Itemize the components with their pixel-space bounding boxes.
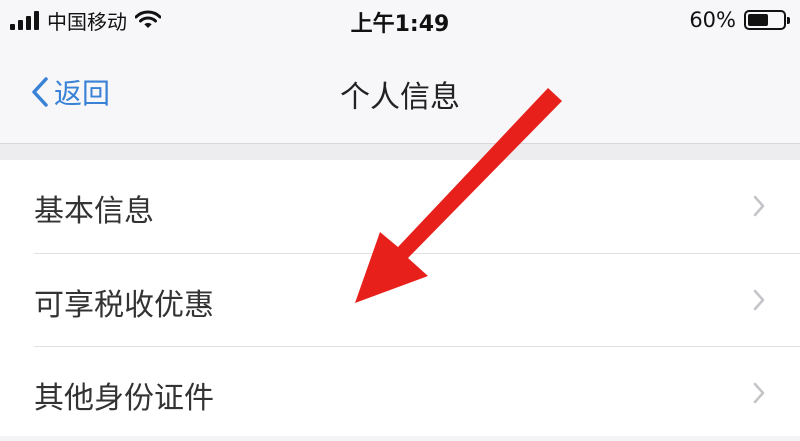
navigation-bar: 返回 个人信息 xyxy=(0,40,800,144)
list-item-label: 可享税收优惠 xyxy=(34,288,214,323)
chevron-right-icon xyxy=(753,195,765,217)
list-item-basic-info[interactable]: 基本信息 xyxy=(0,160,800,254)
battery-percent: 60% xyxy=(689,8,736,32)
chevron-right-icon xyxy=(753,289,765,311)
list-item-tax-benefits[interactable]: 可享税收优惠 xyxy=(0,254,800,348)
battery-fill xyxy=(748,14,769,26)
page-title: 个人信息 xyxy=(340,80,460,115)
section-gap xyxy=(0,144,800,160)
chevron-right-icon xyxy=(753,382,765,404)
settings-list: 基本信息 可享税收优惠 其他身份证件 xyxy=(0,160,800,436)
status-bar: 中国移动 上午1:49 60% xyxy=(0,0,800,40)
status-time: 上午1:49 xyxy=(350,12,450,37)
battery-cap xyxy=(787,17,790,24)
list-item-label: 基本信息 xyxy=(34,194,154,229)
status-right: 60% xyxy=(689,6,790,34)
list-item-other-id-documents[interactable]: 其他身份证件 xyxy=(0,347,800,441)
battery-icon xyxy=(744,10,790,30)
list-item-label: 其他身份证件 xyxy=(34,381,214,416)
